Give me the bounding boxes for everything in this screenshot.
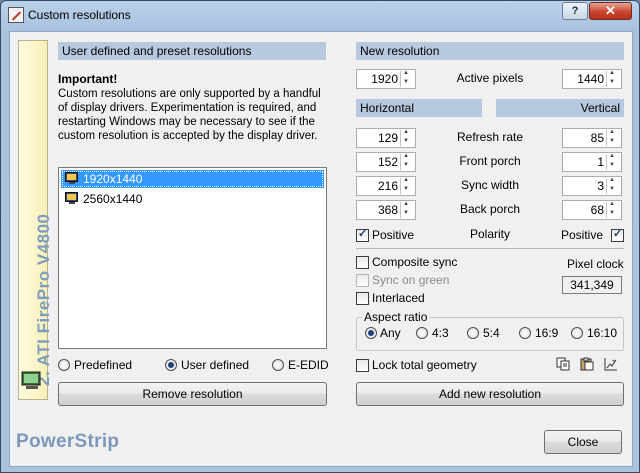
sync-on-green-label: Sync on green [372,273,450,287]
v-polarity-checkbox[interactable] [611,227,624,242]
interlaced-checkbox[interactable] [356,292,369,305]
spinner-arrows-icon[interactable] [606,129,620,146]
refresh-rate-h-input[interactable]: 129 [356,128,416,148]
h-polarity-checkbox[interactable] [356,227,369,242]
monitor-icon [21,371,41,389]
pixel-clock-value: 341,349 [562,276,622,294]
list-item[interactable]: 1920x1440 [61,170,324,188]
aspect-16-9-radio[interactable] [519,327,531,339]
dialog-window: Custom resolutions ? ✕ 2. ATI FirePro V4… [0,0,640,473]
chart-icon[interactable]: + [604,357,618,371]
interlaced-label: Interlaced [372,291,425,305]
lock-geometry-label: Lock total geometry [372,358,477,372]
remove-resolution-button[interactable]: Remove resolution [58,382,327,406]
list-item-label: 2560x1440 [83,192,143,206]
aspect-4-3-label: 4:3 [432,326,449,340]
left-section-header: User defined and preset resolutions [58,42,326,60]
aspect-4-3-radio[interactable] [416,327,428,339]
device-label: 2. ATI FirePro V4800 [34,213,53,386]
radio-predefined-label: Predefined [74,358,133,372]
aspect-5-4-radio[interactable] [467,327,479,339]
front-porch-label: Front porch [459,154,521,168]
active-pixels-h-input[interactable]: 1920 [356,69,416,89]
dialog-client: 2. ATI FirePro V4800 User defined and pr… [9,31,633,467]
composite-sync-checkbox[interactable] [356,256,369,269]
spinner-arrows-icon[interactable] [606,70,620,87]
aspect-16-10-radio[interactable] [571,327,583,339]
copy-icon[interactable] [556,357,570,371]
list-item[interactable]: 2560x1440 [61,190,324,208]
list-item-label: 1920x1440 [83,172,143,186]
spinner-arrows-icon[interactable] [606,153,620,170]
active-pixels-label: Active pixels [456,71,524,85]
sync-on-green-checkbox [356,274,369,287]
help-button[interactable]: ? [562,2,588,20]
device-sidebar: 2. ATI FirePro V4800 [18,40,53,400]
radio-eedid[interactable] [272,359,284,371]
aspect-5-4-label: 5:4 [483,326,500,340]
sync-width-h-input[interactable]: 216 [356,176,416,196]
paste-icon[interactable] [580,357,594,371]
window-title: Custom resolutions [28,8,131,22]
add-new-resolution-button[interactable]: Add new resolution [356,382,624,406]
lock-geometry-checkbox[interactable] [356,359,369,372]
back-porch-label: Back porch [459,202,521,216]
aspect-any-label: Any [380,326,401,340]
spinner-arrows-icon[interactable] [606,177,620,194]
horizontal-header: Horizontal [356,99,482,117]
refresh-rate-label: Refresh rate [456,130,524,144]
vertical-header: Vertical [496,99,624,117]
divider [356,248,624,249]
aspect-16-9-label: 16:9 [535,326,559,340]
radio-user-defined-label: User defined [181,358,250,372]
monitor-icon [65,172,78,184]
sync-width-v-input[interactable]: 3 [562,176,622,196]
composite-sync-label: Composite sync [372,255,458,269]
v-polarity-label: Positive [561,228,604,242]
spinner-arrows-icon[interactable] [606,201,620,218]
powerstrip-logo: PowerStrip [16,431,120,452]
title-bar[interactable]: Custom resolutions ? ✕ [1,1,639,30]
important-text: Custom resolutions are only supported by… [58,88,321,142]
polarity-label: Polarity [469,227,510,241]
aspect-16-10-label: 16:10 [587,326,618,340]
radio-user-defined[interactable] [165,359,177,371]
aspect-ratio-title: Aspect ratio [362,310,430,324]
aspect-any-radio[interactable] [365,327,377,339]
front-porch-h-input[interactable]: 152 [356,152,416,172]
right-section-header: New resolution [356,42,624,60]
close-window-button[interactable]: ✕ [589,2,632,20]
pixel-clock-label: Pixel clock [567,257,624,271]
h-polarity-label: Positive [372,228,415,242]
monitor-icon [65,192,78,204]
back-porch-v-input[interactable]: 68 [562,200,622,220]
app-icon [8,7,24,23]
back-porch-h-input[interactable]: 368 [356,200,416,220]
front-porch-v-input[interactable]: 1 [562,152,622,172]
sync-width-label: Sync width [460,178,520,192]
radio-eedid-label: E-EDID [288,358,329,372]
refresh-rate-v-input[interactable]: 85 [562,128,622,148]
close-button[interactable]: Close [544,430,622,454]
important-title: Important! [58,72,118,86]
resolution-list[interactable]: 1920x1440 2560x1440 [58,167,327,349]
active-pixels-v-input[interactable]: 1440 [562,69,622,89]
radio-predefined[interactable] [58,359,70,371]
svg-text:+: + [612,359,616,365]
